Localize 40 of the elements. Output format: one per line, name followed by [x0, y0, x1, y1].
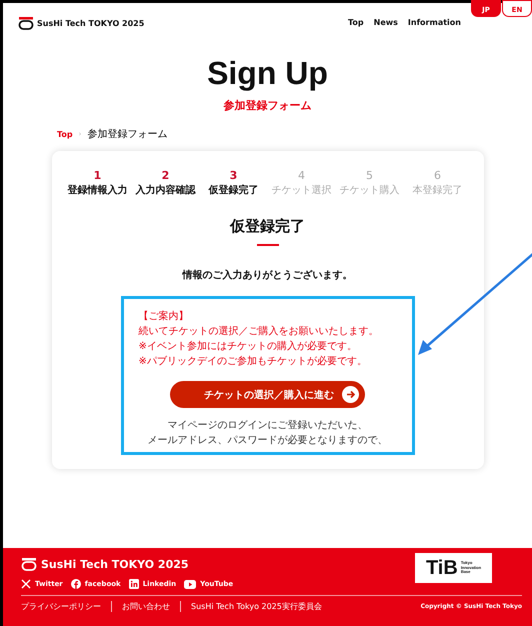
footer-link[interactable]: SusHi Tech Tokyo 2025実行委員会: [180, 600, 332, 612]
facebook-icon: [70, 579, 81, 589]
footer-link[interactable]: お問い合わせ: [111, 600, 180, 612]
linkedin-icon: [128, 579, 139, 589]
nav-link[interactable]: Top: [348, 18, 364, 27]
notice-title: 【ご案内】: [138, 310, 190, 324]
step-label: 入力内容確認: [136, 183, 196, 197]
x-icon: [21, 579, 31, 589]
logo-icon: [18, 17, 34, 30]
breadcrumb-current: 参加登録フォーム: [87, 128, 168, 141]
step-number: 3: [230, 169, 238, 182]
page-subtitle: 参加登録フォーム: [224, 98, 312, 113]
thanks-message: 情報のご入力ありがとうございます。: [182, 268, 352, 282]
heading-underline: [256, 244, 278, 246]
nav-link[interactable]: Information: [408, 18, 461, 27]
ticket-button[interactable]: チケットの選択／購入に進む: [170, 381, 365, 408]
step-number: 2: [162, 169, 170, 182]
notice-line: ※イベント参加にはチケットの購入が必要です。: [138, 340, 358, 354]
step-number: 6: [434, 169, 441, 182]
footer-logo[interactable]: SusHi Tech TOKYO 2025: [41, 558, 189, 571]
logo-icon: [21, 558, 37, 571]
step-label: チケット購入: [340, 184, 400, 197]
site-logo[interactable]: SusHi Tech TOKYO 2025: [37, 19, 144, 28]
notice-line: 続いてチケットの選択／ご購入をお願いいたします。: [138, 324, 380, 339]
step-label: チケット選択: [272, 184, 332, 197]
step-label: 仮登録完了: [208, 183, 258, 197]
step-number: 1: [94, 169, 102, 182]
step-number: 5: [366, 169, 373, 182]
note-line: マイページのログインにご登録いただいた、: [166, 419, 368, 433]
note-line: メールアドレス、パスワードが必要となりますので、: [148, 434, 388, 448]
nav-link[interactable]: News: [374, 18, 398, 27]
youtube-icon: [184, 580, 196, 588]
breadcrumb-link[interactable]: Top: [57, 130, 73, 138]
footer-link[interactable]: プライバシーポリシー: [21, 600, 111, 612]
step-label: 登録情報入力: [68, 184, 128, 197]
step-label: 本登録完了: [412, 184, 462, 197]
notice-line: ※パブリックデイのご参加もチケットが必要です。: [138, 354, 368, 369]
step-number: 4: [298, 169, 305, 182]
section-heading: 仮登録完了: [230, 217, 305, 236]
page-title: Sign Up: [207, 55, 328, 92]
